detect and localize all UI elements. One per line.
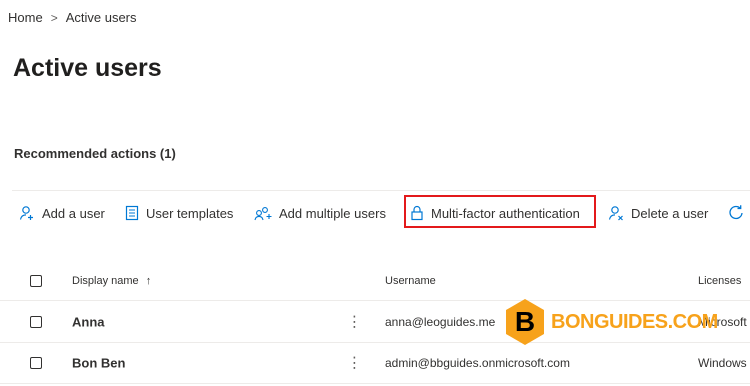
user-templates-label: User templates [146,205,234,221]
breadcrumb: Home > Active users [8,10,137,25]
more-actions-icon[interactable]: ⋮ [347,356,362,371]
add-person-icon [19,206,33,220]
add-user-button[interactable]: Add a user [19,203,105,223]
row-username: admin@bbguides.onmicrosoft.com [385,356,570,370]
add-multiple-users-label: Add multiple users [279,205,386,221]
table-header: Display name ↑ Username Licenses [0,262,750,301]
row-checkbox[interactable] [30,357,42,369]
refresh-icon [729,205,743,220]
bonguides-text: BONGUIDES.COM [551,310,718,333]
highlight-box [404,195,596,228]
add-multiple-users-button[interactable]: Add multiple users [254,203,386,223]
logo-letter: B [515,306,535,337]
column-username[interactable]: Username [385,275,436,287]
recommended-actions[interactable]: Recommended actions (1) [14,146,176,161]
display-name-header: Display name [72,275,139,287]
delete-person-icon [608,206,623,221]
delete-user-label: Delete a user [631,205,709,221]
page-title: Active users [13,54,162,82]
column-licenses[interactable]: Licenses [698,275,741,287]
row-username: anna@leoguides.me [385,315,496,329]
user-templates-button[interactable]: User templates [125,203,233,223]
row-licenses: Windows [698,356,747,370]
column-display-name[interactable]: Display name ↑ [72,275,151,287]
add-people-icon [254,207,272,221]
row-checkbox[interactable] [30,316,42,328]
sort-ascending-icon: ↑ [145,275,152,287]
bonguides-logo-icon: B [506,299,544,345]
table-row[interactable]: Bon Ben ⋮ admin@bbguides.onmicrosoft.com… [0,343,750,384]
refresh-button[interactable] [727,203,750,223]
breadcrumb-current: Active users [65,10,137,25]
row-display-name[interactable]: Anna [72,315,105,330]
command-bar: Add a user User templates Add multiple u… [12,190,750,237]
row-display-name[interactable]: Bon Ben [72,356,125,371]
delete-user-button[interactable]: Delete a user [608,203,708,223]
breadcrumb-home[interactable]: Home [8,10,43,25]
select-all-checkbox[interactable] [30,275,42,287]
add-user-label: Add a user [42,205,105,221]
bonguides-watermark: B BONGUIDES.COM [503,297,718,347]
more-actions-icon[interactable]: ⋮ [347,315,362,330]
template-icon [125,205,139,221]
breadcrumb-separator: > [50,10,58,25]
